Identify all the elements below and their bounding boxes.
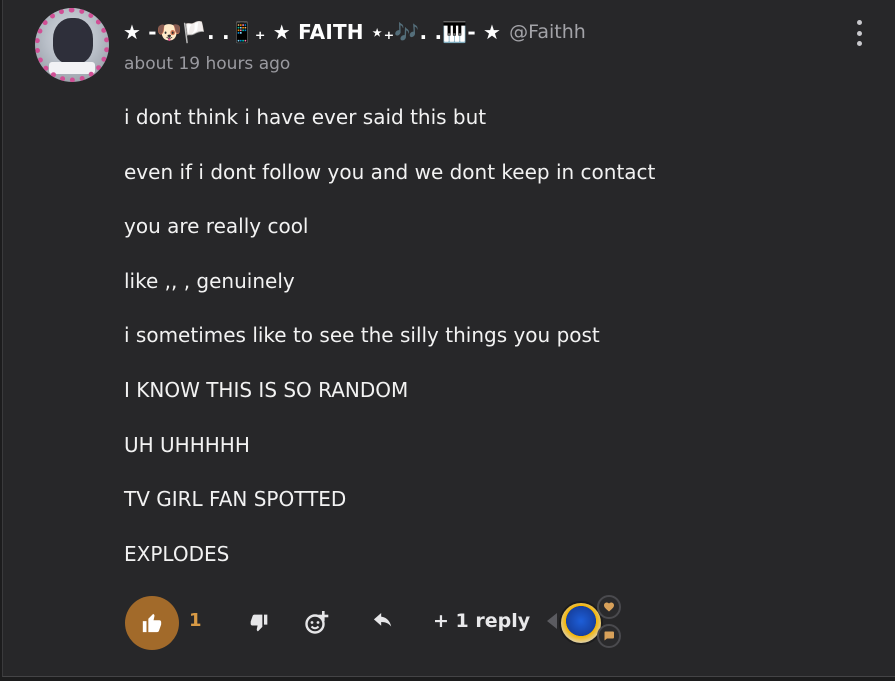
post-line: even if i dont follow you and we dont ke…	[124, 159, 656, 184]
replier-pointer	[547, 613, 557, 629]
post-header: ★ -🐶🏳️. .📱₊ ★ FAITH ⋆₊🎶. .🎹- ★ @Faithh	[123, 18, 586, 46]
add-reaction-button[interactable]	[303, 609, 331, 637]
post-line: i dont think i have ever said this but	[124, 105, 487, 129]
view-replies-link[interactable]: + 1 reply	[433, 610, 530, 632]
author-handle[interactable]: @Faithh	[509, 21, 586, 43]
post-line: TV GIRL FAN SPOTTED	[124, 487, 347, 512]
thumbs-up-icon	[142, 613, 162, 633]
like-count: 1	[189, 610, 202, 631]
thumbs-down-icon	[250, 614, 268, 632]
post-line: UH UHHHHH	[124, 432, 250, 457]
author-avatar[interactable]	[35, 8, 109, 82]
post-timestamp: about 19 hours ago	[124, 54, 291, 74]
more-dot	[856, 30, 862, 36]
post-line: like ,, , genuinely	[124, 268, 295, 293]
dislike-button[interactable]	[245, 609, 273, 637]
post-body: i dont think i have ever said this but e…	[124, 104, 655, 595]
more-dot	[856, 41, 862, 46]
post-card: ★ -🐶🏳️. .📱₊ ★ FAITH ⋆₊🎶. .🎹- ★ @Faithh a…	[2, 0, 895, 677]
heart-reaction-badge	[597, 595, 621, 619]
chat-bubble-icon	[604, 631, 614, 641]
avatar-frame	[35, 8, 109, 82]
add-reaction-icon	[305, 611, 329, 634]
more-dot	[856, 20, 862, 25]
post-line: I KNOW THIS IS SO RANDOM	[124, 377, 409, 402]
post-line: EXPLODES	[124, 541, 230, 566]
author-display-name[interactable]: ★ -🐶🏳️. .📱₊ ★ FAITH ⋆₊🎶. .🎹- ★	[123, 20, 501, 44]
reply-button[interactable]	[369, 609, 397, 637]
more-options-icon[interactable]	[851, 20, 867, 46]
post-line: you are really cool	[124, 214, 309, 239]
like-button[interactable]	[125, 596, 179, 650]
heart-icon	[604, 602, 614, 612]
chat-reaction-badge	[597, 624, 621, 648]
reply-icon	[373, 613, 392, 627]
post-line: i sometimes like to see the silly things…	[124, 323, 600, 348]
action-bar: 1 + 1 reply	[123, 595, 643, 650]
